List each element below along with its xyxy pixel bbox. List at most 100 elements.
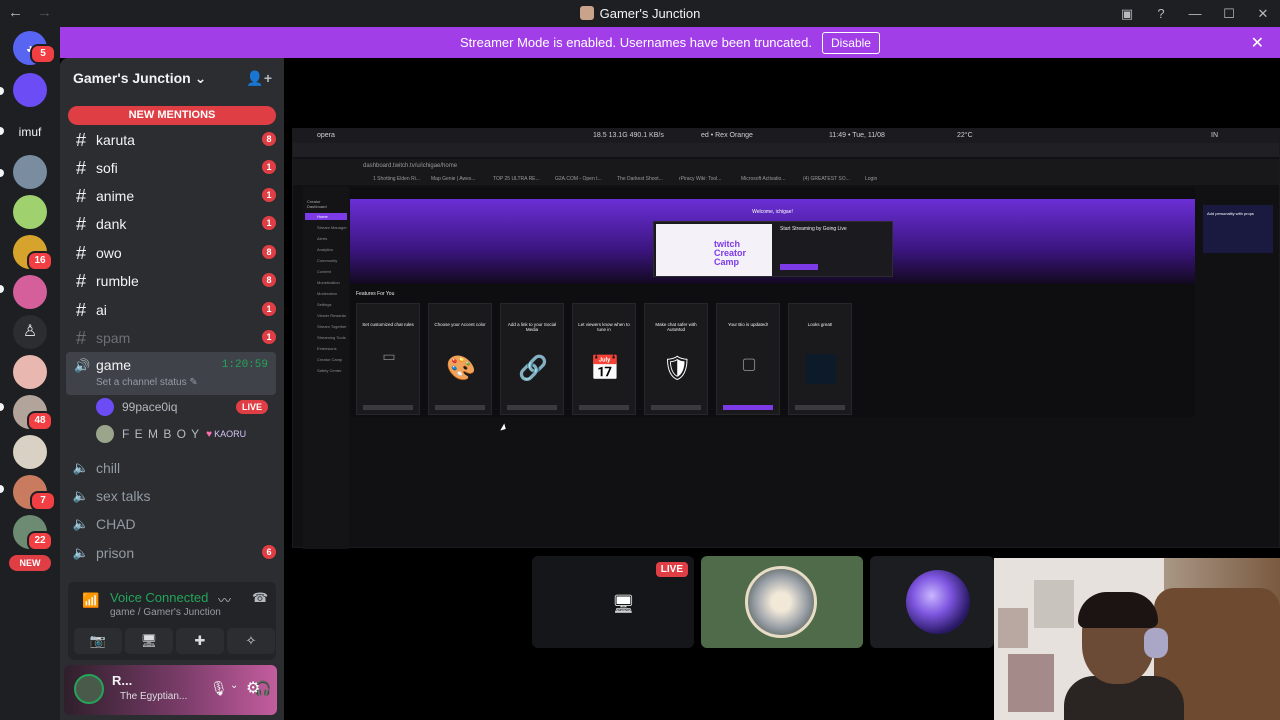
chevron-down-icon[interactable]: ⌄: [230, 680, 238, 691]
new-pill[interactable]: NEW: [9, 555, 51, 571]
channel-label: sofi: [96, 160, 118, 176]
channel-spam[interactable]: # spam 1: [66, 324, 278, 352]
new-mentions-pill[interactable]: NEW MENTIONS: [68, 106, 276, 125]
voice-member[interactable]: F E M B O Y ♥ KAORU: [96, 423, 246, 445]
disable-button[interactable]: Disable: [821, 31, 880, 54]
voice-channel-game[interactable]: 🔊 game 1:20:59 Set a channel status ✎: [66, 352, 276, 395]
voice-channel-chill[interactable]: 🔈 chill: [66, 454, 278, 482]
server-anime1-icon[interactable]: [13, 155, 47, 189]
nav-item[interactable]: Alerts: [317, 236, 347, 241]
server-green-icon[interactable]: [13, 195, 47, 229]
help-icon[interactable]: ?: [1144, 6, 1178, 21]
microphone-icon[interactable]: 🎙: [210, 680, 228, 697]
server-purple-icon[interactable]: [13, 73, 47, 107]
bookmark[interactable]: 1 Shotting Elden Ri...: [373, 176, 420, 182]
nav-item[interactable]: Settings: [317, 302, 347, 307]
guild-header[interactable]: Gamer's Junction ⌄ 👤+: [60, 58, 284, 98]
close-icon[interactable]: ✕: [1251, 33, 1264, 53]
activities-button[interactable]: ✚: [176, 628, 224, 654]
nav-item[interactable]: Safety Center: [317, 368, 347, 373]
add-member-icon[interactable]: 👤+: [246, 70, 272, 87]
feature-button[interactable]: [507, 405, 557, 410]
voice-connected-title[interactable]: Voice Connected: [110, 590, 208, 605]
bookmark[interactable]: Map Genie | Awes...: [431, 176, 476, 182]
voice-channel-label: game: [96, 357, 132, 373]
inbox-icon[interactable]: ▣: [1110, 6, 1144, 22]
minimize-icon[interactable]: —: [1178, 6, 1212, 21]
feature-button[interactable]: [435, 405, 485, 410]
server-imuf-icon[interactable]: imuf: [13, 115, 47, 149]
channel-label: rumble: [96, 273, 139, 289]
feature-button[interactable]: [723, 405, 773, 410]
webcam-poster: [1008, 654, 1054, 712]
server-anime4-icon[interactable]: [13, 435, 47, 469]
now-playing: ed • Rex Orange: [701, 132, 753, 139]
bookmark[interactable]: TOP 25 ULTRA RE...: [493, 176, 540, 182]
voice-member[interactable]: 99pace0iq: [96, 396, 177, 418]
bookmark[interactable]: The Darkest Shoot...: [617, 176, 663, 182]
feature-title: Let viewers know when to tune in: [578, 322, 630, 332]
participant-tile[interactable]: [870, 556, 994, 648]
window-title-text: Gamer's Junction: [599, 6, 701, 21]
close-window-icon[interactable]: ✕: [1246, 6, 1280, 22]
noise-suppression-icon[interactable]: 〰: [218, 590, 231, 609]
bookmark[interactable]: rPiracy Wiki: Tool...: [679, 176, 721, 182]
screen-share-button[interactable]: 🖥: [125, 628, 173, 654]
bookmark[interactable]: Login: [865, 176, 877, 182]
voice-connected-subtitle: game / Gamer's Junction: [110, 607, 221, 618]
signal-icon[interactable]: 📶: [82, 592, 99, 609]
channel-anime[interactable]: # anime 1: [66, 182, 278, 210]
server-pink-icon[interactable]: [13, 275, 47, 309]
feature-button[interactable]: [795, 405, 845, 410]
nav-item[interactable]: Analytics: [317, 247, 347, 252]
nav-item[interactable]: Content: [317, 269, 347, 274]
soundboard-button[interactable]: ✧: [227, 628, 275, 654]
nav-item[interactable]: Stream Manager: [317, 225, 347, 230]
maximize-icon[interactable]: ☐: [1212, 6, 1246, 22]
voice-channel-prison[interactable]: 🔈 prison 6: [66, 539, 278, 567]
screen-share-view[interactable]: opera 18.5 13.1G 490.1 KB/s ed • Rex Ora…: [292, 128, 1280, 549]
nav-item[interactable]: Viewer Rewards: [317, 313, 347, 318]
avatar: [906, 570, 970, 634]
channel-dank[interactable]: # dank 1: [66, 210, 278, 238]
nav-item[interactable]: Streaming Tools: [317, 335, 347, 340]
channel-karuta[interactable]: # karuta 8: [66, 126, 278, 154]
bookmark[interactable]: G2A.COM - Open t...: [555, 176, 602, 182]
avatar[interactable]: [74, 674, 104, 704]
channel-rumble[interactable]: # rumble 8: [66, 267, 278, 295]
channel-label: karuta: [96, 132, 135, 148]
nav-item[interactable]: Home: [317, 214, 347, 219]
channel-label: ai: [96, 302, 107, 318]
nav-item[interactable]: Community: [317, 258, 347, 263]
nav-item[interactable]: Extensions: [317, 346, 347, 351]
camera-off-button[interactable]: 📷: [74, 628, 122, 654]
channel-ai[interactable]: # ai 1: [66, 296, 278, 324]
props-ad-card[interactable]: Add personality with props: [1203, 205, 1273, 253]
participant-tile[interactable]: [701, 556, 863, 648]
creator-camp-button[interactable]: [780, 264, 818, 270]
bookmark[interactable]: (4) GREATEST SO...: [803, 176, 850, 182]
set-channel-status[interactable]: Set a channel status ✎: [96, 377, 198, 388]
channel-sofi[interactable]: # sofi 1: [66, 154, 278, 182]
webcam-feed[interactable]: [994, 558, 1280, 720]
feature-button[interactable]: [579, 405, 629, 410]
server-dark-icon[interactable]: ♙: [13, 315, 47, 349]
feature-button[interactable]: [651, 405, 701, 410]
voice-channel-sex-talks[interactable]: 🔈 sex talks: [66, 482, 278, 510]
nav-item[interactable]: Monetization: [317, 280, 347, 285]
gear-icon[interactable]: ⚙: [246, 678, 260, 698]
disconnect-icon[interactable]: ☎: [252, 590, 268, 606]
bookmark[interactable]: Microsoft Activatio...: [741, 176, 785, 182]
camp-title: Start Streaming by Going Live: [780, 226, 847, 232]
user-name[interactable]: R...: [112, 673, 132, 688]
channel-owo[interactable]: # owo 8: [66, 239, 278, 267]
voice-channel-chad[interactable]: 🔈 CHAD: [66, 510, 278, 538]
server-anime2-icon[interactable]: [13, 355, 47, 389]
nav-item[interactable]: Moderation: [317, 291, 347, 296]
nav-item[interactable]: Creator Camp: [317, 357, 347, 362]
browser-address-bar[interactable]: dashboard.twitch.tv/u/ichigae/home: [293, 159, 1279, 173]
stream-tile[interactable]: 🖥 LIVE: [532, 556, 694, 648]
feature-button[interactable]: [363, 405, 413, 410]
nav-item[interactable]: Stream Together: [317, 324, 347, 329]
mention-badge: 1: [262, 330, 276, 344]
